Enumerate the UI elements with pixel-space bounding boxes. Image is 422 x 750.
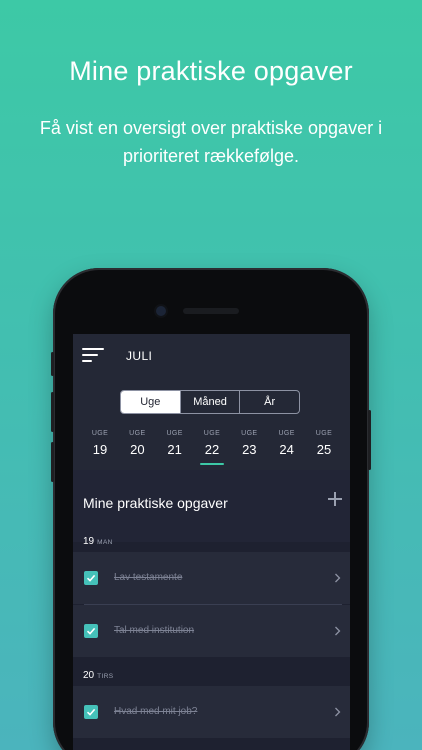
day-label: 20 TIRS bbox=[83, 670, 114, 681]
week-number: 20 bbox=[130, 442, 145, 457]
task-text: Hvad med mit job? bbox=[114, 706, 198, 717]
plus-icon[interactable] bbox=[328, 492, 342, 506]
checkbox-checked-icon[interactable] bbox=[84, 624, 98, 638]
promo-subtitle: Få vist en oversigt over praktiske opgav… bbox=[39, 118, 383, 166]
week-label: UGE bbox=[241, 430, 258, 437]
week-label: UGE bbox=[278, 430, 295, 437]
phone-volume-down-button bbox=[51, 442, 54, 482]
phone-side-button bbox=[51, 352, 54, 376]
day-number: 19 bbox=[83, 536, 95, 547]
chevron-right-icon bbox=[335, 626, 341, 636]
task-text: Tal med institution bbox=[114, 625, 195, 636]
week-label: UGE bbox=[129, 430, 146, 437]
day-name: TIRS bbox=[97, 673, 114, 680]
task-row[interactable]: Tal med institution bbox=[73, 605, 350, 657]
task-list: Mine praktiske opgaver 19 MAN Lav testame… bbox=[73, 470, 350, 750]
promo-title: Mine praktiske opgaver bbox=[69, 56, 353, 86]
phone-volume-up-button bbox=[51, 392, 54, 432]
week-number: 24 bbox=[279, 442, 294, 457]
task-text: Lav testamente bbox=[114, 572, 183, 583]
tab-uge[interactable]: Uge bbox=[121, 391, 180, 413]
week-label: UGE bbox=[315, 430, 333, 437]
week-item-22-selected[interactable]: UGE 22 bbox=[194, 430, 230, 465]
week-selector: UGE 19 UGE 20 UGE 21 UGE 22 UGE 23 UGE 2… bbox=[82, 430, 342, 465]
month-label: JULI bbox=[126, 349, 153, 363]
app-header: JULI Uge Måned År UGE 19 UGE 20 UGE 21 U… bbox=[73, 334, 350, 470]
day-name: MAN bbox=[97, 539, 113, 546]
checkbox-checked-icon[interactable] bbox=[84, 705, 98, 719]
period-segmented-control: Uge Måned År bbox=[120, 390, 300, 414]
week-item-19[interactable]: UGE 19 bbox=[82, 430, 118, 457]
week-label: UGE bbox=[203, 430, 221, 437]
week-label: UGE bbox=[166, 430, 183, 437]
week-number: 23 bbox=[242, 442, 257, 457]
task-row[interactable]: Hvad med mit job? bbox=[73, 686, 350, 738]
day-number: 20 bbox=[83, 670, 95, 681]
checkbox-checked-icon[interactable] bbox=[84, 571, 98, 585]
front-camera bbox=[156, 306, 166, 316]
week-label: UGE bbox=[91, 430, 109, 437]
phone-screen: JULI Uge Måned År UGE 19 UGE 20 UGE 21 U… bbox=[73, 334, 350, 750]
chevron-right-icon bbox=[335, 573, 341, 583]
week-item-24[interactable]: UGE 24 bbox=[269, 430, 305, 457]
task-row[interactable]: Lav testamente bbox=[73, 552, 350, 604]
tab-maaned[interactable]: Måned bbox=[179, 391, 240, 413]
week-number: 22 bbox=[204, 442, 220, 457]
section-title: Mine praktiske opgaver bbox=[83, 495, 228, 511]
section-header: Mine praktiske opgaver bbox=[73, 470, 350, 542]
week-number: 21 bbox=[167, 442, 182, 457]
week-item-21[interactable]: UGE 21 bbox=[157, 430, 193, 457]
phone-power-button bbox=[368, 410, 371, 470]
day-label: 19 MAN bbox=[83, 536, 113, 547]
week-number: 25 bbox=[316, 442, 332, 457]
week-item-25[interactable]: UGE 25 bbox=[306, 430, 342, 457]
chevron-right-icon bbox=[335, 707, 341, 717]
earpiece-speaker bbox=[183, 308, 239, 314]
hamburger-menu-icon[interactable] bbox=[82, 348, 106, 364]
week-item-20[interactable]: UGE 20 bbox=[119, 430, 155, 457]
week-number: 19 bbox=[92, 442, 108, 457]
week-item-23[interactable]: UGE 23 bbox=[231, 430, 267, 457]
tab-aar[interactable]: År bbox=[239, 391, 299, 413]
